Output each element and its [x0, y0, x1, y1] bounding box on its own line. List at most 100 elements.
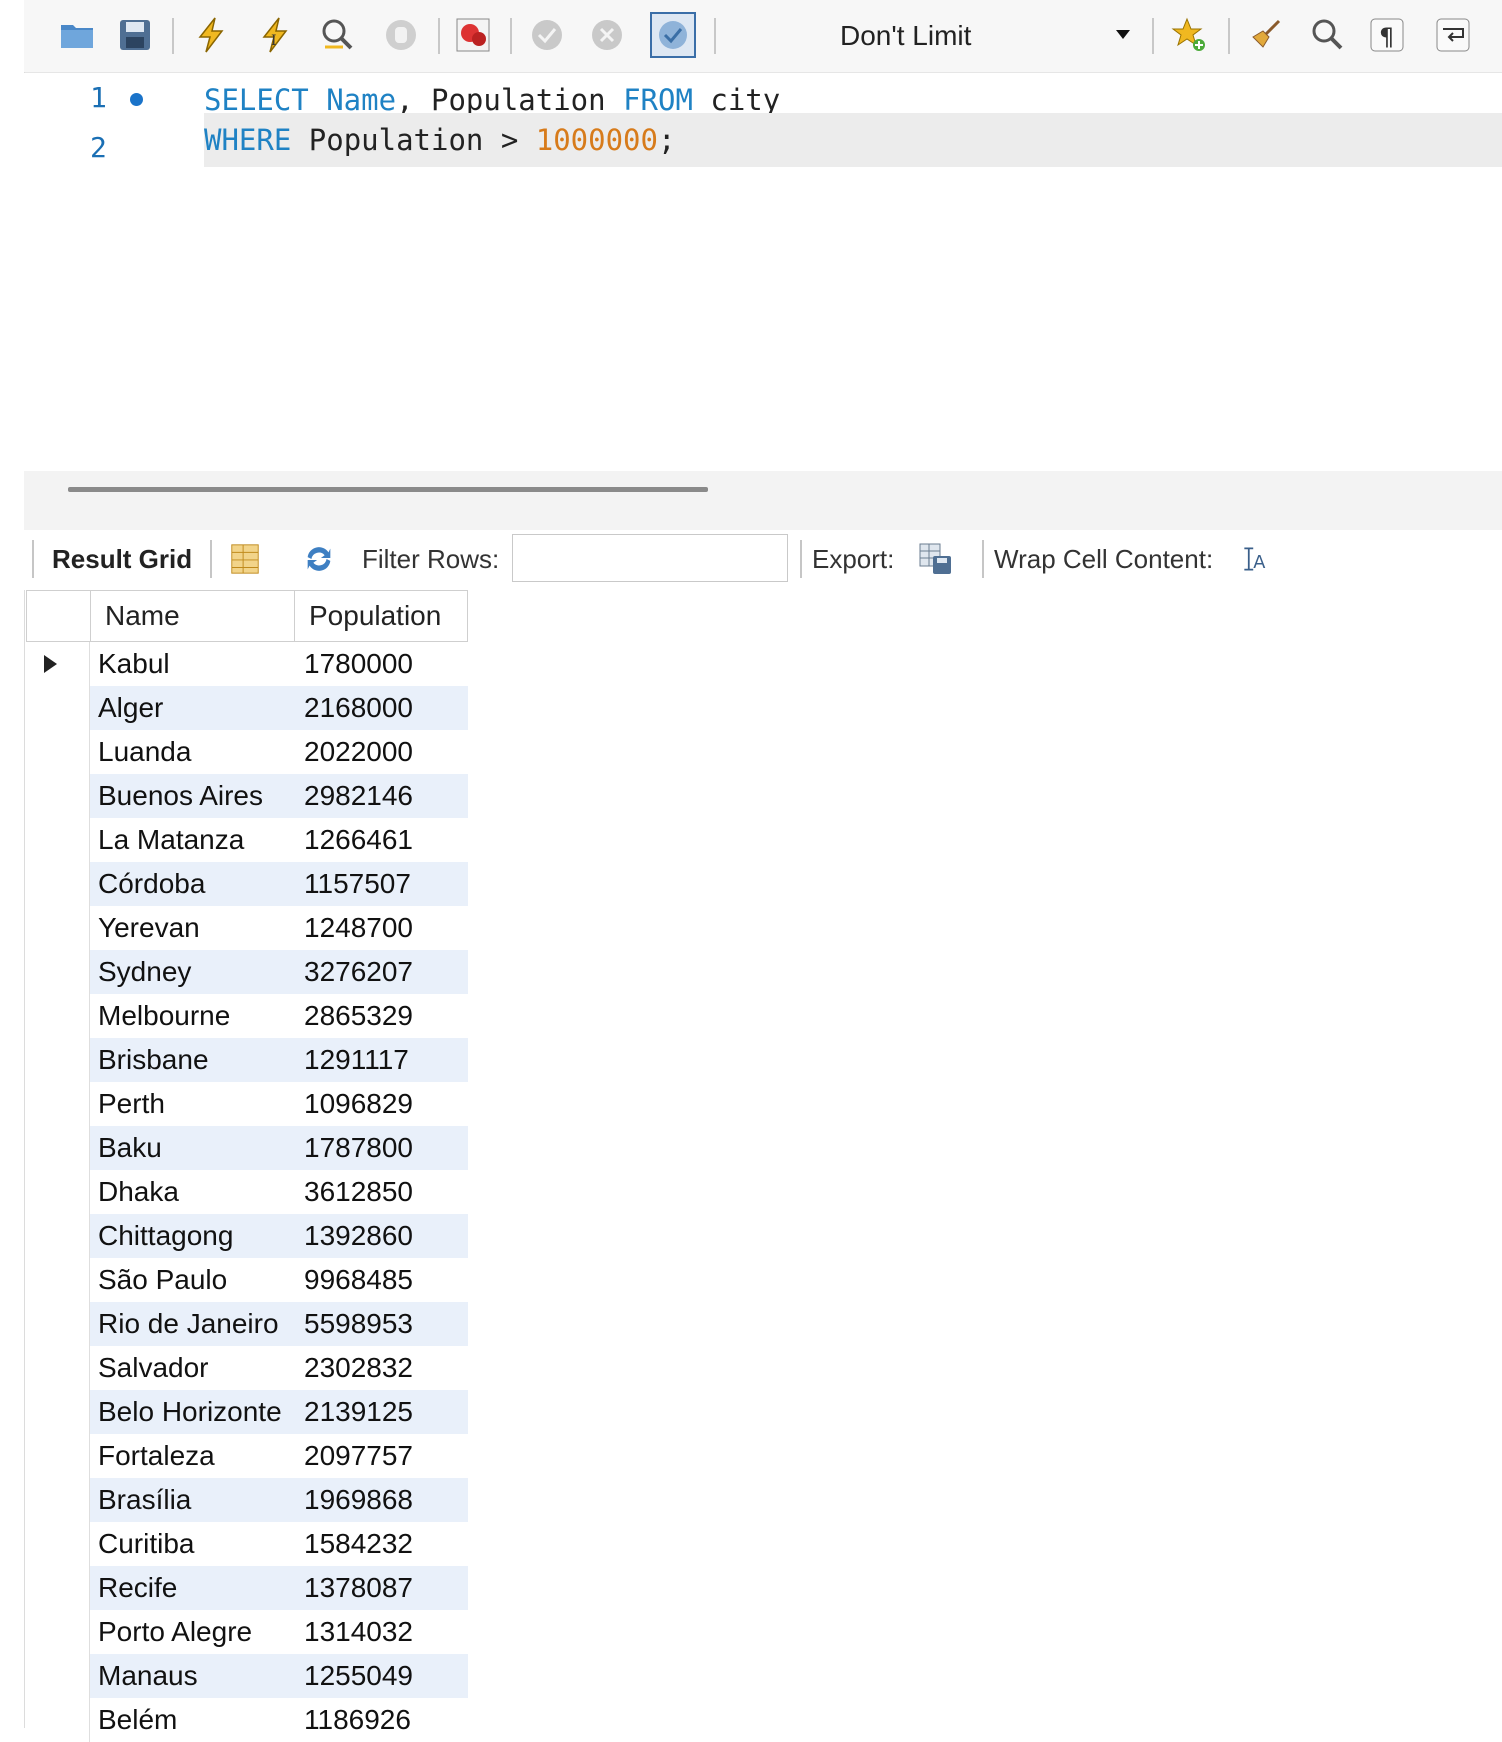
cell-population[interactable]: 1248700: [294, 906, 468, 950]
cell-name[interactable]: Rio de Janeiro: [90, 1302, 294, 1346]
cell-population[interactable]: 2865329: [294, 994, 468, 1038]
table-row[interactable]: Curitiba 1584232: [26, 1522, 468, 1566]
cell-name[interactable]: Sydney: [90, 950, 294, 994]
export-icon[interactable]: [914, 538, 956, 580]
table-row[interactable]: Córdoba 1157507: [26, 862, 468, 906]
row-selector[interactable]: [26, 1390, 90, 1434]
cell-name[interactable]: Salvador: [90, 1346, 294, 1390]
row-selector[interactable]: [26, 1082, 90, 1126]
table-row[interactable]: Yerevan 1248700: [26, 906, 468, 950]
table-row[interactable]: Belém 1186926: [26, 1698, 468, 1742]
cell-name[interactable]: Chittagong: [90, 1214, 294, 1258]
table-row[interactable]: La Matanza 1266461: [26, 818, 468, 862]
table-row[interactable]: Salvador 2302832: [26, 1346, 468, 1390]
find-icon[interactable]: [1304, 12, 1350, 58]
cell-population[interactable]: 1969868: [294, 1478, 468, 1522]
row-selector[interactable]: [26, 1478, 90, 1522]
table-row[interactable]: Dhaka 3612850: [26, 1170, 468, 1214]
table-row[interactable]: Sydney 3276207: [26, 950, 468, 994]
result-grid-tab[interactable]: Result Grid: [52, 544, 192, 575]
row-selector[interactable]: [26, 1302, 90, 1346]
cell-population[interactable]: 2022000: [294, 730, 468, 774]
commit-icon[interactable]: [524, 12, 570, 58]
cell-population[interactable]: 1378087: [294, 1566, 468, 1610]
table-row[interactable]: Manaus 1255049: [26, 1654, 468, 1698]
row-selector[interactable]: [26, 1038, 90, 1082]
cell-name[interactable]: Kabul: [90, 642, 294, 686]
explain-icon[interactable]: [314, 12, 360, 58]
table-row[interactable]: Brasília 1969868: [26, 1478, 468, 1522]
cell-name[interactable]: Brisbane: [90, 1038, 294, 1082]
rollback-icon[interactable]: [584, 12, 630, 58]
open-folder-icon[interactable]: [54, 12, 100, 58]
cell-population[interactable]: 1255049: [294, 1654, 468, 1698]
row-selector[interactable]: [26, 774, 90, 818]
row-selector[interactable]: [26, 994, 90, 1038]
cell-population[interactable]: 2982146: [294, 774, 468, 818]
row-selector[interactable]: [26, 1566, 90, 1610]
cell-population[interactable]: 3276207: [294, 950, 468, 994]
cell-population[interactable]: 2168000: [294, 686, 468, 730]
row-selector[interactable]: [26, 686, 90, 730]
row-selector[interactable]: [26, 1610, 90, 1654]
row-selector[interactable]: [26, 642, 90, 686]
cell-population[interactable]: 1787800: [294, 1126, 468, 1170]
row-selector[interactable]: [26, 1654, 90, 1698]
autocommit-icon[interactable]: [650, 12, 696, 58]
cell-name[interactable]: Perth: [90, 1082, 294, 1126]
execute-statement-icon[interactable]: I: [252, 12, 298, 58]
cell-population[interactable]: 1186926: [294, 1698, 468, 1742]
cell-population[interactable]: 1392860: [294, 1214, 468, 1258]
execute-icon[interactable]: [188, 12, 234, 58]
table-row[interactable]: Luanda 2022000: [26, 730, 468, 774]
column-header-name[interactable]: Name: [90, 590, 295, 642]
cell-name[interactable]: La Matanza: [90, 818, 294, 862]
cell-name[interactable]: Curitiba: [90, 1522, 294, 1566]
table-row[interactable]: Kabul 1780000: [26, 642, 468, 686]
word-wrap-icon[interactable]: [1430, 12, 1476, 58]
bookmark-star-icon[interactable]: [1166, 12, 1212, 58]
cell-name[interactable]: Luanda: [90, 730, 294, 774]
row-selector[interactable]: [26, 818, 90, 862]
row-selector[interactable]: [26, 1214, 90, 1258]
cell-population[interactable]: 9968485: [294, 1258, 468, 1302]
row-selector[interactable]: [26, 1434, 90, 1478]
cell-population[interactable]: 1584232: [294, 1522, 468, 1566]
cell-population[interactable]: 2097757: [294, 1434, 468, 1478]
cell-name[interactable]: Buenos Aires: [90, 774, 294, 818]
table-row[interactable]: Belo Horizonte 2139125: [26, 1390, 468, 1434]
cell-population[interactable]: 2139125: [294, 1390, 468, 1434]
cell-name[interactable]: Brasília: [90, 1478, 294, 1522]
table-row[interactable]: Recife 1378087: [26, 1566, 468, 1610]
refresh-icon[interactable]: [298, 538, 340, 580]
table-row[interactable]: Chittagong 1392860: [26, 1214, 468, 1258]
code-line-2[interactable]: WHERE Population > 1000000;: [204, 113, 1502, 167]
cell-name[interactable]: Belo Horizonte: [90, 1390, 294, 1434]
table-row[interactable]: Perth 1096829: [26, 1082, 468, 1126]
row-selector[interactable]: [26, 950, 90, 994]
table-row[interactable]: Brisbane 1291117: [26, 1038, 468, 1082]
row-selector[interactable]: [26, 1126, 90, 1170]
table-row[interactable]: Melbourne 2865329: [26, 994, 468, 1038]
table-row[interactable]: Porto Alegre 1314032: [26, 1610, 468, 1654]
row-selector[interactable]: [26, 862, 90, 906]
cell-name[interactable]: Baku: [90, 1126, 294, 1170]
cell-population[interactable]: 1314032: [294, 1610, 468, 1654]
cell-name[interactable]: Fortaleza: [90, 1434, 294, 1478]
column-header-population[interactable]: Population: [294, 590, 468, 642]
save-icon[interactable]: [112, 12, 158, 58]
cell-population[interactable]: 1266461: [294, 818, 468, 862]
cell-population[interactable]: 1096829: [294, 1082, 468, 1126]
row-selector[interactable]: [26, 1698, 90, 1742]
table-row[interactable]: Baku 1787800: [26, 1126, 468, 1170]
beautify-broom-icon[interactable]: [1242, 12, 1288, 58]
scrollbar-thumb[interactable]: [68, 487, 708, 492]
row-selector-header[interactable]: [26, 590, 91, 642]
cell-name[interactable]: Porto Alegre: [90, 1610, 294, 1654]
cell-population[interactable]: 5598953: [294, 1302, 468, 1346]
cell-name[interactable]: Yerevan: [90, 906, 294, 950]
wrap-cell-icon[interactable]: A: [1234, 538, 1276, 580]
cell-population[interactable]: 3612850: [294, 1170, 468, 1214]
cell-name[interactable]: Manaus: [90, 1654, 294, 1698]
cell-population[interactable]: 1780000: [294, 642, 468, 686]
